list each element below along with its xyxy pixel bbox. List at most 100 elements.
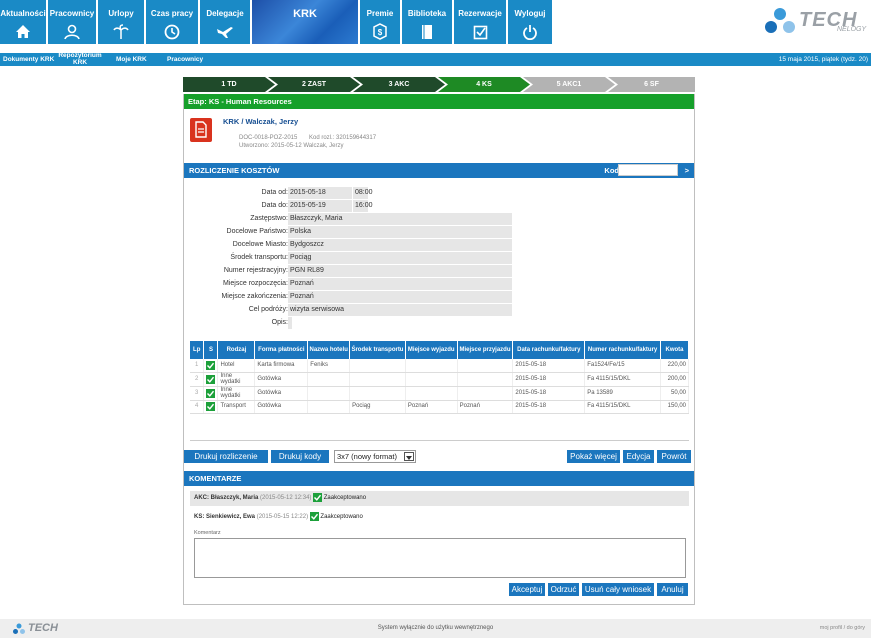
field-end-place: Miejsce zakończenia: Poznań (184, 291, 694, 303)
nav-pracownicy[interactable]: Pracownicy (48, 0, 96, 44)
document-owner-link[interactable]: Walczak, Jerzy (246, 117, 299, 126)
cell-numer: Pa 13589 (584, 386, 661, 401)
cancel-button[interactable]: Anuluj (657, 583, 688, 596)
comment-textarea[interactable] (194, 538, 686, 578)
step-label: 3 AKC (388, 81, 410, 88)
subnav-pracownicy[interactable]: Pracownicy (167, 56, 203, 63)
expenses-table: Lp S Rodzaj Forma płatności Nazwa hotelu… (190, 341, 690, 414)
nav-delegacje[interactable]: Delegacje (200, 0, 250, 44)
cell-forma: Gotówka (254, 400, 309, 414)
cell-data: 2015-05-18 (512, 372, 586, 387)
cell-forma: Karta firmowa (254, 359, 309, 373)
cell-transport (349, 386, 406, 401)
divider (190, 440, 689, 441)
comment-status: Zaakceptowano (320, 514, 363, 520)
cell-numer: Fa 4115/15/DKL (584, 400, 661, 414)
logo-mark-icon (765, 8, 795, 33)
field-value: Poznań (288, 278, 512, 290)
subnav-dokumenty-krk[interactable]: Dokumenty KRK (3, 56, 54, 63)
step-1-td: 1 TD (183, 77, 275, 92)
comment-author: KS: Sienkiewicz, Ewa (194, 514, 256, 520)
step-6-sf: 6 SF (608, 77, 695, 92)
col-forma-platnosci: Forma płatności (254, 341, 309, 359)
nav-label: Czas pracy (150, 9, 194, 18)
document-header: KRK / Walczak, Jerzy DOC-0018-POZ-2015 K… (184, 110, 694, 156)
field-label: Data do: (261, 202, 288, 209)
field-label: Data od: (261, 189, 288, 196)
step-label: 5 AKC1 (556, 81, 582, 88)
accept-button[interactable]: Akceptuj (509, 583, 545, 596)
nav-label: Biblioteka (407, 9, 447, 18)
cell-kwota: 50,00 (660, 386, 690, 401)
subnav-moje-krk[interactable]: Moje KRK (116, 56, 147, 63)
comment-entry: AKC: Błaszczyk, Maria (2015-05-12 12:34)… (190, 491, 689, 506)
nav-urlopy[interactable]: Urlopy (98, 0, 144, 44)
code-label: Kod (604, 166, 619, 175)
print-codes-button[interactable]: Drukuj kody (271, 450, 329, 463)
document-number: DOC-0018-POZ-2015 (239, 135, 298, 141)
palm-icon (98, 23, 144, 40)
nav-label: Premie (366, 9, 394, 18)
print-format-select[interactable]: 3x7 (nowy format) (334, 450, 416, 463)
field-time: 08:00 (353, 187, 373, 199)
nav-label: Delegacje (206, 9, 244, 18)
footer-notice: System wyłącznie do użytku wewnętrznego (377, 625, 494, 631)
table-row[interactable]: 4 Transport Gotówka Pociąg Poznań Poznań… (190, 400, 690, 414)
cell-status (203, 359, 219, 373)
pdf-document-icon[interactable] (190, 118, 212, 142)
cell-status (203, 386, 219, 401)
cell-transport (349, 372, 406, 387)
stage-bar: Etap: KS - Human Resources (184, 94, 694, 109)
checkmark-icon (309, 511, 319, 521)
dropdown-arrow-icon[interactable] (404, 452, 414, 461)
code-input[interactable] (618, 164, 678, 176)
field-date-to: Data do: 2015-05-19 16:00 (184, 200, 694, 212)
cell-przyjazd (457, 359, 514, 373)
col-numer-rachunku: Numer rachunku/faktury (584, 341, 661, 359)
nav-aktualnosci[interactable]: Aktualności (0, 0, 46, 44)
document-title-prefix: KRK / (223, 117, 246, 126)
field-value: 2015-05-19 (288, 200, 352, 212)
cell-wyjazd: Poznań (405, 400, 458, 414)
cell-rodzaj: Inne wydatki (217, 372, 256, 387)
field-label: Docelowe Państwo: (226, 228, 288, 235)
code-submit-arrow[interactable]: > (685, 163, 689, 178)
nav-rezerwacje[interactable]: Rezerwacje (454, 0, 506, 44)
cell-data: 2015-05-18 (512, 386, 586, 401)
cell-przyjazd (457, 386, 514, 401)
col-miejsce-wyjazdu: Miejsce wyjazdu (405, 341, 458, 359)
checkmark-icon (206, 374, 216, 384)
subnav-repozytorium-krk[interactable]: Repozytorium KRK (58, 52, 102, 66)
nav-premie[interactable]: Premie $ (360, 0, 400, 44)
delete-request-button[interactable]: Usuń cały wniosek (582, 583, 654, 596)
back-button[interactable]: Powrót (657, 450, 691, 463)
col-kwota: Kwota (660, 341, 690, 359)
col-data-rachunku: Data rachunku/faktury (512, 341, 586, 359)
nav-krk[interactable]: KRK (252, 0, 358, 44)
cell-rodzaj: Inne wydatki (217, 386, 256, 401)
cell-forma: Gotówka (254, 386, 309, 401)
comment-field-label: Komentarz (194, 530, 221, 536)
table-row[interactable]: 1 Hotel Karta firmowa Feniks 2015-05-18 … (190, 359, 690, 373)
field-value: Bydgoszcz (288, 239, 512, 251)
reject-button[interactable]: Odrzuć (548, 583, 579, 596)
nav-biblioteka[interactable]: Biblioteka (402, 0, 452, 44)
table-row[interactable]: 3 Inne wydatki Gotówka 2015-05-18 Pa 135… (190, 386, 690, 401)
clock-icon (146, 23, 198, 40)
field-label: Docelowe Miasto: (232, 241, 288, 248)
field-city: Docelowe Miasto: Bydgoszcz (184, 239, 694, 251)
nav-czas-pracy[interactable]: Czas pracy (146, 0, 198, 44)
checkmark-icon (313, 492, 323, 502)
cell-data: 2015-05-18 (512, 359, 586, 373)
nav-label: Pracownicy (49, 9, 95, 18)
comment-entry: KS: Sienkiewicz, Ewa (2015-05-15 12:22) … (190, 510, 689, 525)
edit-button[interactable]: Edycja (623, 450, 654, 463)
footer-links[interactable]: moj profil / do góry (820, 625, 865, 631)
col-s: S (203, 341, 219, 359)
checkmark-icon (206, 402, 216, 411)
table-row[interactable]: 2 Inne wydatki Gotówka 2015-05-18 Fa 411… (190, 372, 690, 387)
show-more-button[interactable]: Pokaż więcej (567, 450, 620, 463)
cell-wyjazd (405, 386, 458, 401)
print-settlement-button[interactable]: Drukuj rozliczenie (184, 450, 268, 463)
nav-wyloguj[interactable]: Wyloguj (508, 0, 552, 44)
